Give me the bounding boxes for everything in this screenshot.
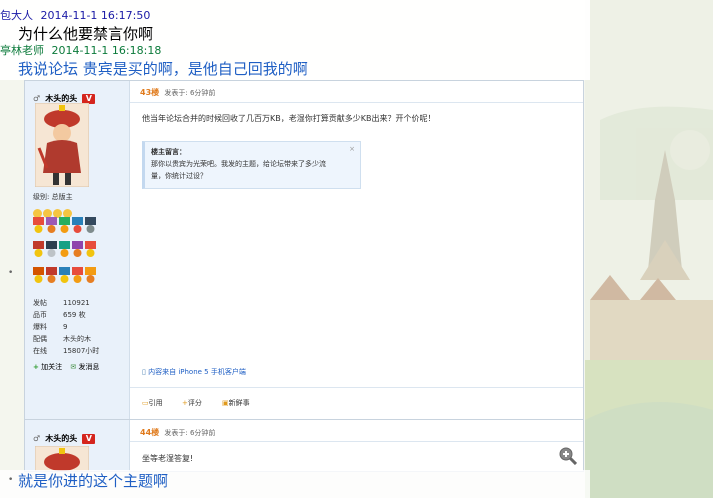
message-time: 2014-11-1 16:17:50 [40,9,151,22]
username[interactable]: 木头的头 [45,94,77,103]
user-sidebar: ♂ 木头的头 V 级别: 总版主 发帖 110921 品币 659 枚 爆料 9… [25,81,130,471]
medal-icon [33,217,96,283]
message-time: 2014-11-1 16:18:18 [51,44,162,57]
moderator-note: 楼主留言： × 那你以贵宾为光荣吧。我发的主题，给论坛带来了多少流 量，你统计过… [142,141,361,189]
moderator-text-line: 量，你统计过设？ [151,172,207,180]
bullet-dot: • [8,475,14,485]
stat-online: 在线 15807小时 [33,347,100,355]
avatar[interactable] [35,446,89,472]
news-button[interactable]: ▣新鲜事 [222,398,250,408]
stat-coins: 品币 659 枚 [33,311,86,319]
medals-grid [33,217,96,283]
moderator-title: 楼主留言： [151,148,186,156]
user-actions: + 加关注 ✉ 发消息 [33,362,99,372]
plus-icon: + [33,363,39,371]
floor-number[interactable]: 43楼 [140,88,159,97]
chat-message: 包大人 2014-11-1 16:17:50 为什么他要禁言你啊 [0,0,590,46]
avatar[interactable] [35,103,89,187]
post-body: 坐等老湿答复! [142,454,194,463]
floor-number[interactable]: 44楼 [140,428,159,437]
stat-spouse: 配偶 木头的木 [33,335,91,343]
quote-button[interactable]: ▭引用 [142,398,163,408]
user-icon: ♂ [33,434,41,443]
username[interactable]: 木头的头 [45,434,77,443]
news-icon: ▣ [222,399,229,407]
user-group: 级别: 总版主 [33,193,73,201]
chat-message: 亭林老师 2014-11-1 16:18:18 我说论坛 贵宾是买的啊，是他自己… [0,44,590,80]
close-icon[interactable]: × [349,145,355,153]
message-button[interactable]: ✉ 发消息 [70,363,99,371]
quote-icon: ▭ [142,399,149,407]
phone-icon: ▯ [142,368,146,376]
user-icon: ♂ [33,94,41,103]
post-time: 发表于: 6分钟前 [164,89,216,97]
moderator-text-line: 那你以贵宾为光荣吧。我发的主题，给论坛带来了多少流 [151,160,326,168]
message-meta: 亭林老师 2014-11-1 16:18:18 [0,44,161,58]
sender-name[interactable]: 包大人 [0,9,33,22]
forum-screenshot[interactable]: ♂ 木头的头 V 级别: 总版主 发帖 110921 品币 659 枚 爆料 9… [24,80,584,472]
message-text: 我说论坛 贵宾是买的啊，是他自己回我的啊 [18,60,308,78]
message-text: 就是你进的这个主题啊 [18,472,169,490]
bullet-dot: • [8,268,14,278]
post-body: 他当年论坛合并的时候回收了几百万KB，老湿你打算贡献多少KB出来？开个价呢！ [142,114,436,123]
post-header: 43楼 发表于: 6分钟前 [140,87,215,98]
sender-name[interactable]: 亭林老师 [0,44,44,57]
user-header: ♂ 木头的头 V [33,426,96,445]
post-time: 发表于: 6分钟前 [164,429,216,437]
post-content: 43楼 发表于: 6分钟前 他当年论坛合并的时候回收了几百万KB，老湿你打算贡献… [130,81,583,471]
client-source[interactable]: ▯ 内容来自 iPhone 5 手机客户端 [142,367,246,377]
chat-message: • 就是你进的这个主题啊 [0,470,590,498]
user-sidebar: ♂ 木头的头 V [25,420,130,472]
message-meta: 包大人 2014-11-1 16:17:50 [0,9,150,23]
mail-icon: ✉ [70,363,77,371]
message-text: 为什么他要禁言你啊 [18,25,154,43]
rate-button[interactable]: +评分 [182,398,202,408]
stat-posts: 发帖 110921 [33,299,90,307]
follow-button[interactable]: + 加关注 [33,363,62,371]
post-header: 44楼 发表于: 6分钟前 [140,427,215,438]
zoom-icon[interactable] [559,447,577,465]
stat-scoops: 爆料 9 [33,323,68,331]
vip-badge: V [82,434,96,444]
